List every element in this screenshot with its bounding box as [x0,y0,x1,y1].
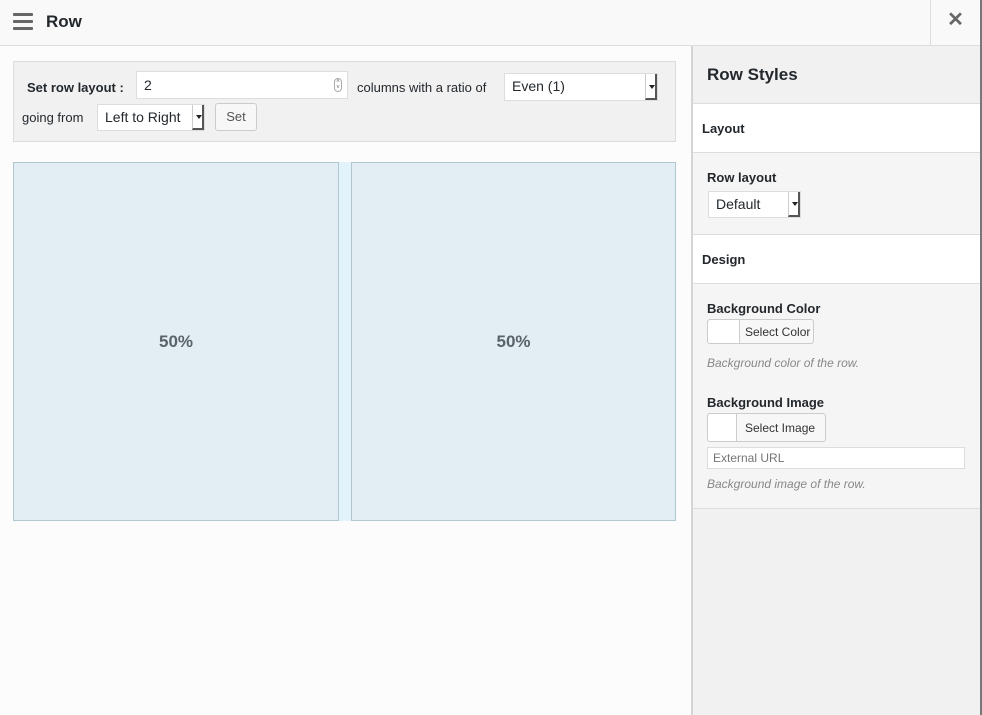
bg-color-description: Background color of the row. [707,356,860,370]
select-image-button[interactable]: Select Image [707,413,826,442]
select-color-button[interactable]: Select Color [707,319,814,344]
column-2[interactable]: 50% [351,162,676,521]
row-builder-main: Set row layout : 2 ˄ ˅ columns with a rat… [0,46,691,715]
color-swatch [708,320,740,343]
dialog-title: Row [46,12,82,31]
section-design-body: Background Color Select Color Background… [693,284,980,509]
external-url-input[interactable] [707,447,965,469]
direction-select-value: Left to Right [105,109,181,125]
direction-select[interactable]: Left to Right [97,104,205,131]
section-layout-body: Row layout Default [693,153,980,235]
column-1[interactable]: 50% [13,162,339,521]
row-styles-sidebar: Row Styles Layout Row layout Default Des… [691,46,980,715]
bg-image-description: Background image of the row. [707,477,866,491]
row-layout-toolbar: Set row layout : 2 ˄ ˅ columns with a rat… [13,61,676,142]
chevron-down-icon [192,105,204,130]
chevron-down-icon [645,74,657,100]
row-layout-select[interactable]: Default [708,191,801,218]
columns-count-input[interactable]: 2 ˄ ˅ [136,71,348,99]
close-icon: ✕ [947,9,964,31]
bg-image-label: Background Image [707,395,825,410]
row-layout-label: Row layout [707,170,777,185]
row-columns: 50% 50% [13,162,676,521]
ratio-select[interactable]: Even (1) [504,73,658,101]
columns-ratio-label: columns with a ratio of [357,80,487,95]
spinner-icon[interactable]: ˄ ˅ [334,78,342,92]
modal-header: Row ✕ [0,0,980,46]
column-width-label: 50% [158,331,194,351]
columns-count-value: 2 [144,77,152,93]
chevron-down-icon [788,192,800,217]
row-layout-select-value: Default [716,196,761,212]
sidebar-title: Row Styles [693,46,980,104]
bg-color-label: Background Color [707,301,821,316]
select-color-label: Select Color [745,325,811,339]
section-layout-toggle[interactable]: Layout [693,104,980,153]
column-width-label: 50% [496,331,531,351]
hamburger-menu-icon[interactable] [13,13,33,30]
section-design-toggle[interactable]: Design [693,235,980,284]
ratio-select-value: Even (1) [512,78,565,94]
close-button[interactable]: ✕ [930,0,980,45]
set-button[interactable]: Set [215,103,257,131]
image-preview [708,414,737,441]
select-image-label: Select Image [745,421,816,435]
set-row-layout-label: Set row layout : [27,80,124,95]
going-from-label: going from [22,110,84,125]
